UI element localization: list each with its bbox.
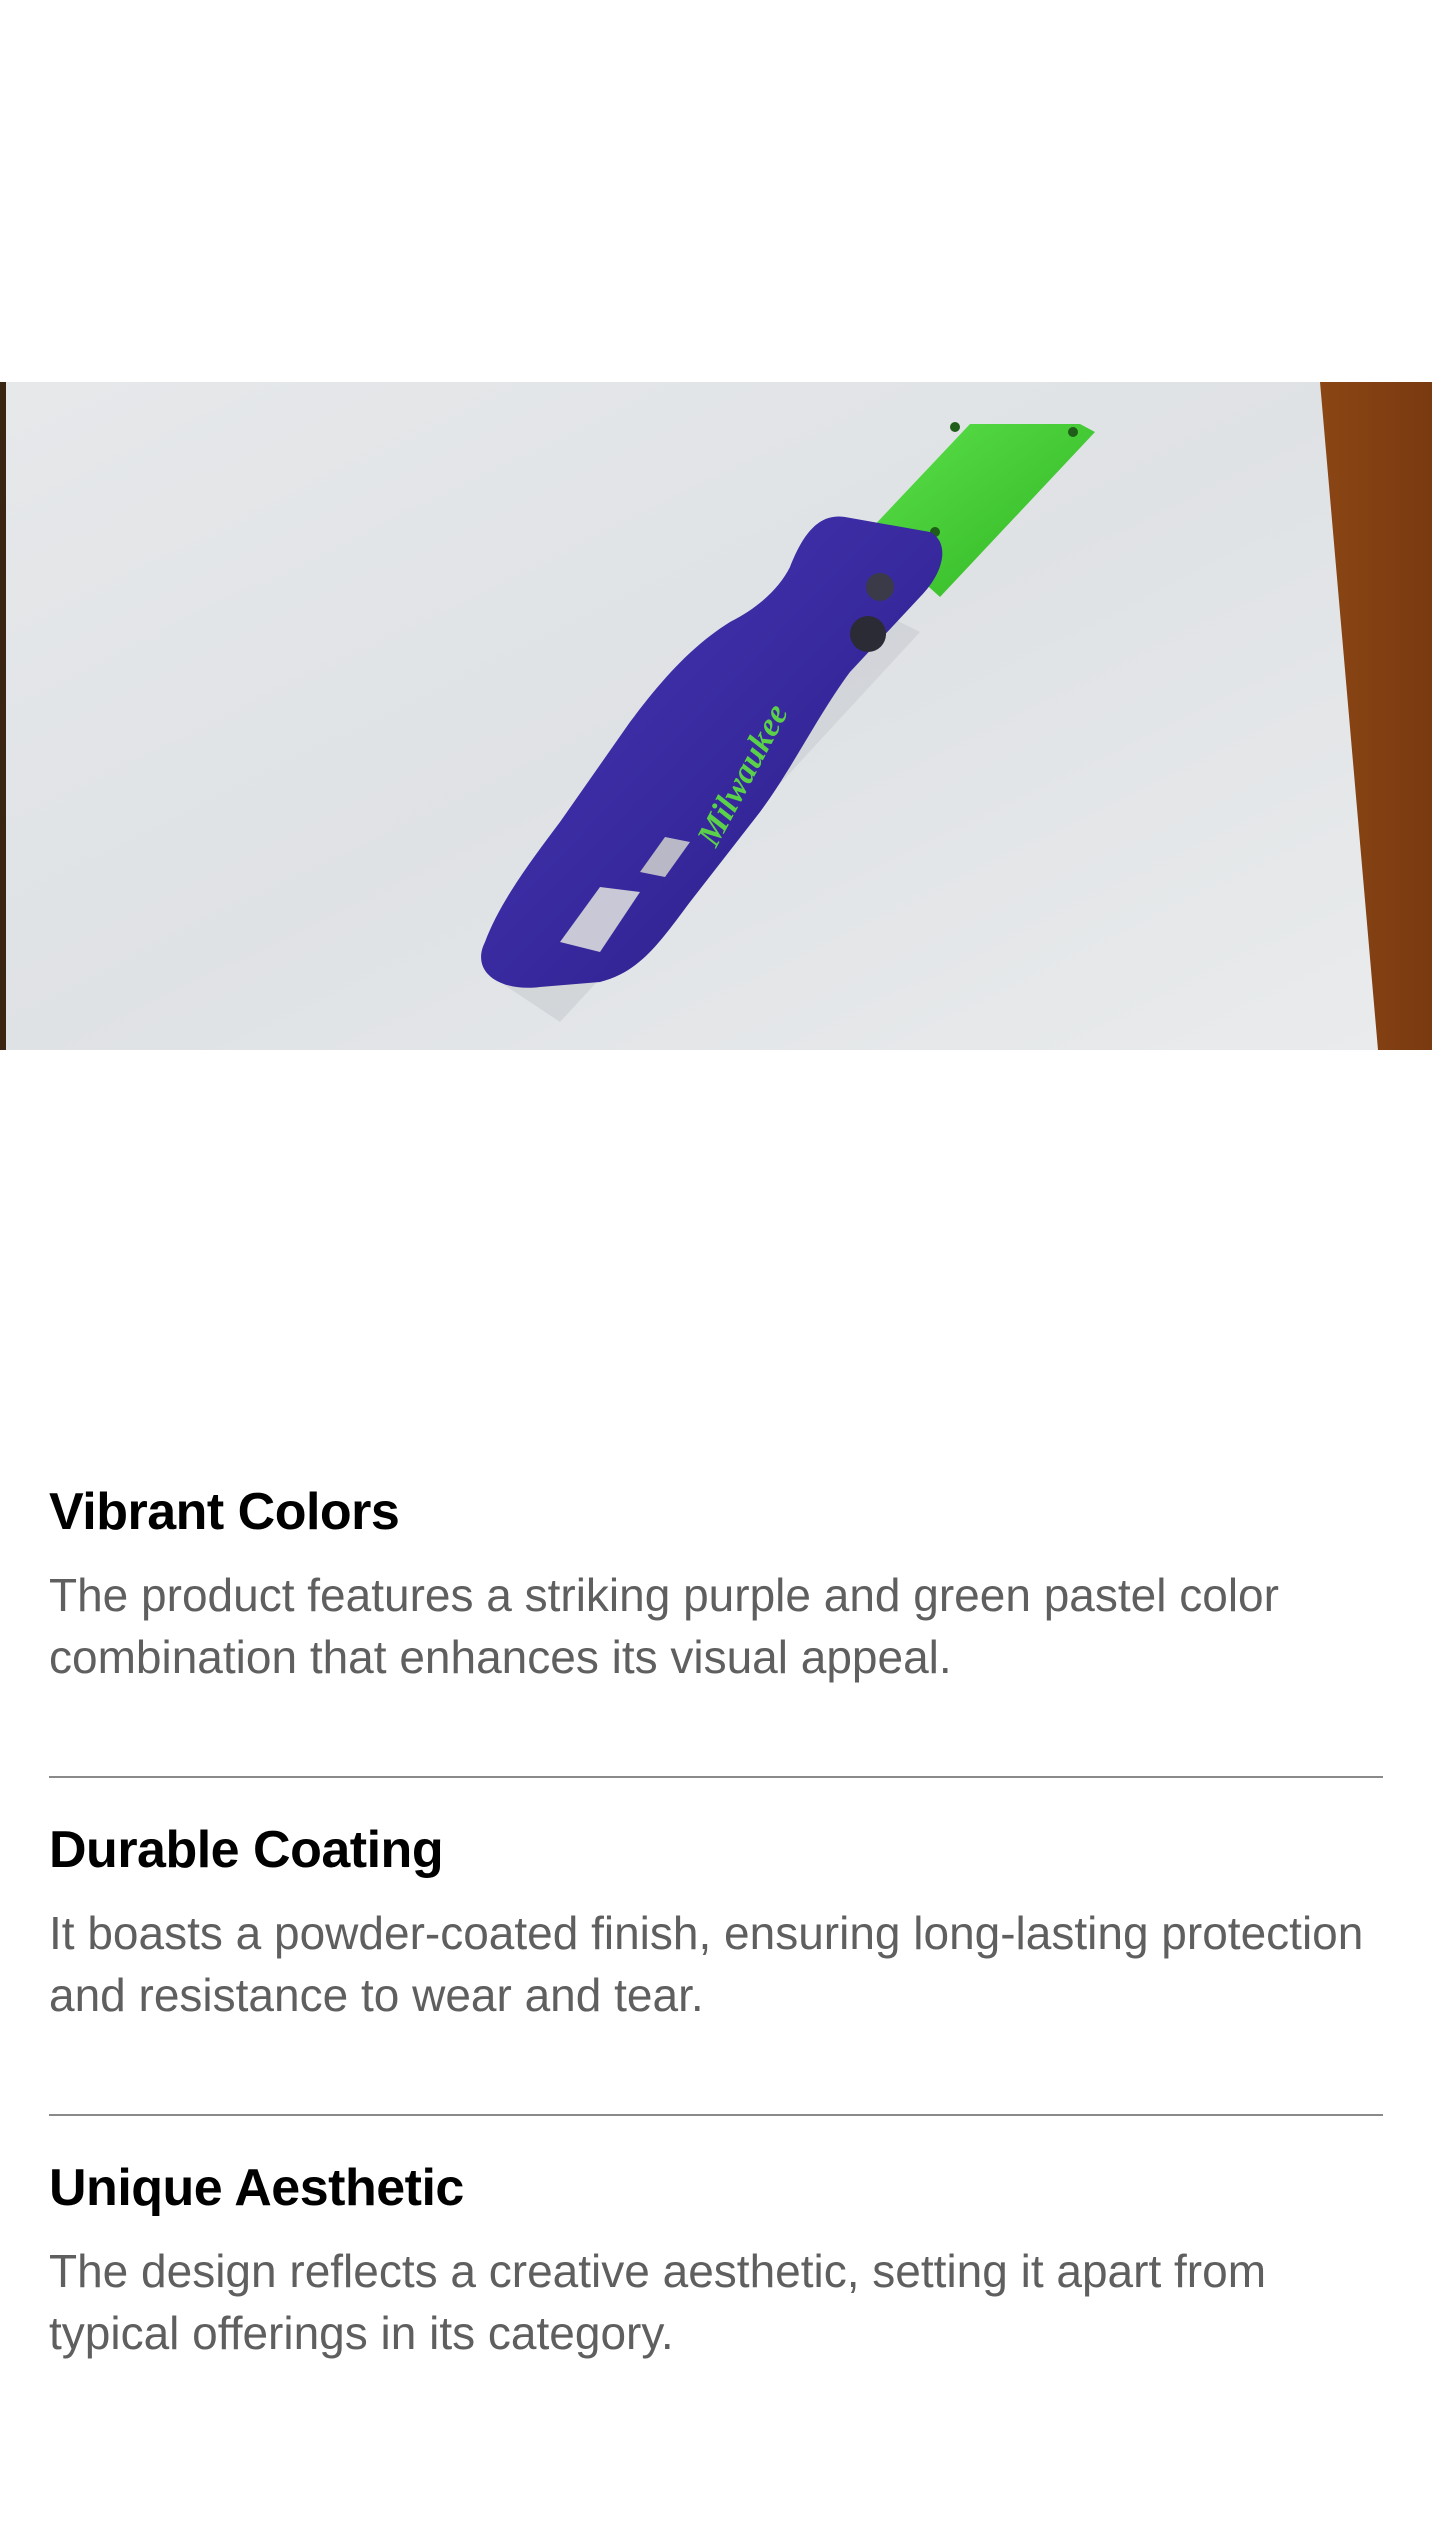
feature-unique-aesthetic: Unique Aesthetic The design reflects a c…	[49, 2156, 1383, 2364]
divider	[49, 1776, 1383, 1778]
feature-description: It boasts a powder-coated finish, ensuri…	[49, 1907, 1364, 2021]
feature-title: Unique Aesthetic	[49, 2159, 464, 2217]
feature-title: Vibrant Colors	[49, 1483, 400, 1541]
divider	[49, 2114, 1383, 2116]
feature-title: Durable Coating	[49, 1821, 444, 1879]
features-list: Vibrant Colors The product features a st…	[49, 1480, 1383, 2364]
feature-description: The product features a striking purple a…	[49, 1569, 1279, 1683]
feature-durable-coating: Durable Coating It boasts a powder-coate…	[49, 1818, 1383, 2026]
feature-description: The design reflects a creative aesthetic…	[49, 2245, 1267, 2359]
feature-vibrant-colors: Vibrant Colors The product features a st…	[49, 1480, 1383, 1688]
hero-image: Milwaukee	[0, 382, 1432, 1050]
utility-knife-photo: Milwaukee	[0, 382, 1432, 1050]
